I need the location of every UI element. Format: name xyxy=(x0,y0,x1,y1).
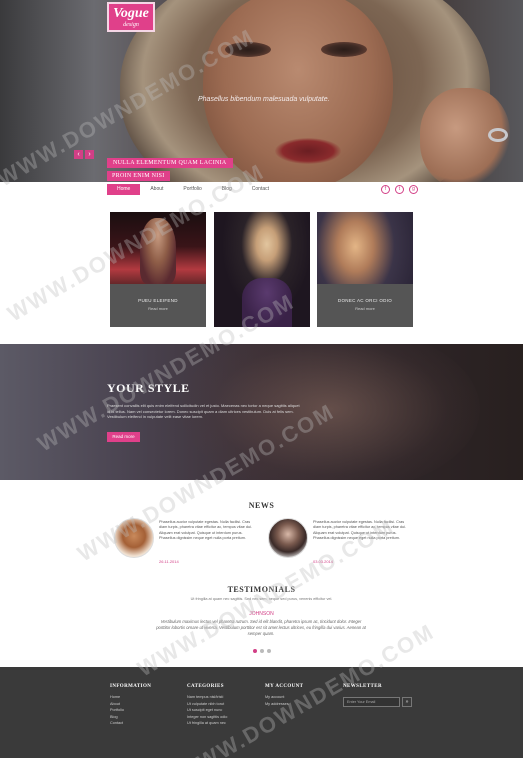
testimonial-author: JOHNSON xyxy=(249,611,274,617)
footer-categories-title: CATEGORIES xyxy=(187,684,224,689)
hero-caption-subtitle: PROIN ENIM NISI xyxy=(107,171,170,181)
social-links: f t g xyxy=(381,185,418,194)
google-plus-icon[interactable]: g xyxy=(409,185,418,194)
footer-link[interactable]: About xyxy=(110,701,151,708)
hero-caption-title: NULLA ELEMENTUM QUAM LACINIA xyxy=(107,158,233,168)
news-avatar-2[interactable] xyxy=(268,518,308,558)
newsletter-email-input[interactable]: Enter Your Email xyxy=(343,697,400,707)
nav-home[interactable]: Home xyxy=(107,184,141,195)
news-text-2: Phasellus auctor vulputate egestas. Null… xyxy=(313,520,406,541)
footer-account-title: MY ACCOUNT xyxy=(265,684,304,689)
gallery-read-more-3[interactable]: Read more xyxy=(317,306,413,311)
news-heading: NEWS xyxy=(248,501,275,510)
footer-link[interactable]: My addresses xyxy=(265,701,303,708)
style-body: Praesent convallis elit quis enim eleife… xyxy=(107,403,300,420)
hero-slider: Vogue design Phasellus bibendum malesuad… xyxy=(0,0,523,182)
nav-blog[interactable]: Blog xyxy=(212,184,242,195)
nav-about[interactable]: About xyxy=(140,184,173,195)
footer-link[interactable]: Integer non sagittis odio xyxy=(187,714,227,721)
gallery-image-2 xyxy=(214,212,310,327)
news-avatar-1[interactable] xyxy=(114,518,154,558)
footer-link[interactable]: My account xyxy=(265,694,303,701)
news-date-2: 03.03.2014 xyxy=(313,559,334,564)
nav-portfolio[interactable]: Portfolio xyxy=(173,184,211,195)
gallery-card-3[interactable]: DONEC AC ORCI ODIO Read more xyxy=(317,212,413,327)
news-date-1: 26.11.2014 xyxy=(159,559,179,564)
footer-information: INFORMATION Home About Portfolio Blog Co… xyxy=(110,684,151,727)
site-logo[interactable]: Vogue design xyxy=(107,2,155,32)
newsletter-submit-button[interactable]: » xyxy=(402,697,412,707)
hero-ring xyxy=(488,128,508,142)
footer-link[interactable]: Ut fringilla at quam nec xyxy=(187,720,227,727)
hero-eye-left xyxy=(225,42,271,57)
slider-arrows: ‹ › xyxy=(74,150,94,159)
footer-link[interactable]: Home xyxy=(110,694,151,701)
facebook-icon[interactable]: f xyxy=(381,185,390,194)
footer-link[interactable]: Nam tempus nisl/tristi xyxy=(187,694,227,701)
news-text-1: Phasellus auctor vulputate egestas. Null… xyxy=(159,520,252,541)
gallery-caption-box-1: PUEU ELEIFEND Read more xyxy=(110,284,206,327)
footer-information-title: INFORMATION xyxy=(110,684,152,689)
logo-name: Vogue xyxy=(113,6,149,21)
footer-link[interactable]: Ut vulputate nibh torut xyxy=(187,701,227,708)
gallery-card-1[interactable]: PUEU ELEIFEND Read more xyxy=(110,212,206,327)
gallery-title-3: DONEC AC ORCI ODIO xyxy=(337,298,393,303)
gallery-card-2[interactable] xyxy=(214,212,310,327)
style-read-more-button[interactable]: Read more xyxy=(107,432,140,442)
gallery-title-1: PUEU ELEIFEND xyxy=(138,298,178,303)
footer-link[interactable]: Portfolio xyxy=(110,707,151,714)
footer-link[interactable]: Blog xyxy=(110,714,151,721)
footer: INFORMATION Home About Portfolio Blog Co… xyxy=(0,667,523,758)
pager-dot-2[interactable] xyxy=(260,649,264,653)
nav-contact[interactable]: Contact xyxy=(242,184,279,195)
slider-next-icon[interactable]: › xyxy=(85,150,94,159)
slider-prev-icon[interactable]: ‹ xyxy=(74,150,83,159)
gallery-caption-box-3: DONEC AC ORCI ODIO Read more xyxy=(317,284,413,327)
testimonial-quote: Vestibulum maximus lectus vel pharetra r… xyxy=(156,619,366,636)
footer-link[interactable]: Ut suscipit eget nunc xyxy=(187,707,227,714)
gallery-read-more-1[interactable]: Read more xyxy=(110,306,206,311)
twitter-icon[interactable]: t xyxy=(395,185,404,194)
footer-link[interactable]: Contact xyxy=(110,720,151,727)
hero-lips xyxy=(275,138,341,164)
footer-categories: CATEGORIES Nam tempus nisl/tristi Ut vul… xyxy=(187,684,227,727)
testimonials-subtitle: Ut fringilla at quam nec sagittis. Sed n… xyxy=(190,597,333,601)
hero-image-face xyxy=(203,0,393,182)
pager-dot-3[interactable] xyxy=(267,649,271,653)
style-title: YOUR STYLE xyxy=(107,381,190,395)
your-style-section: YOUR STYLE Praesent convallis elit quis … xyxy=(0,344,523,480)
logo-sub: design xyxy=(123,22,139,28)
footer-newsletter: NEWSLETTER xyxy=(343,684,382,694)
footer-account: MY ACCOUNT My account My addresses xyxy=(265,684,303,707)
testimonials-heading: TESTIMONIALS xyxy=(227,585,296,594)
hero-eye-right xyxy=(321,42,367,57)
footer-newsletter-title: NEWSLETTER xyxy=(343,684,383,689)
testimonial-pager xyxy=(253,649,271,653)
hero-tagline: Phasellus bibendum malesuada vulputate. xyxy=(198,96,330,103)
main-nav: Home About Portfolio Blog Contact xyxy=(107,184,279,195)
pager-dot-1[interactable] xyxy=(253,649,257,653)
